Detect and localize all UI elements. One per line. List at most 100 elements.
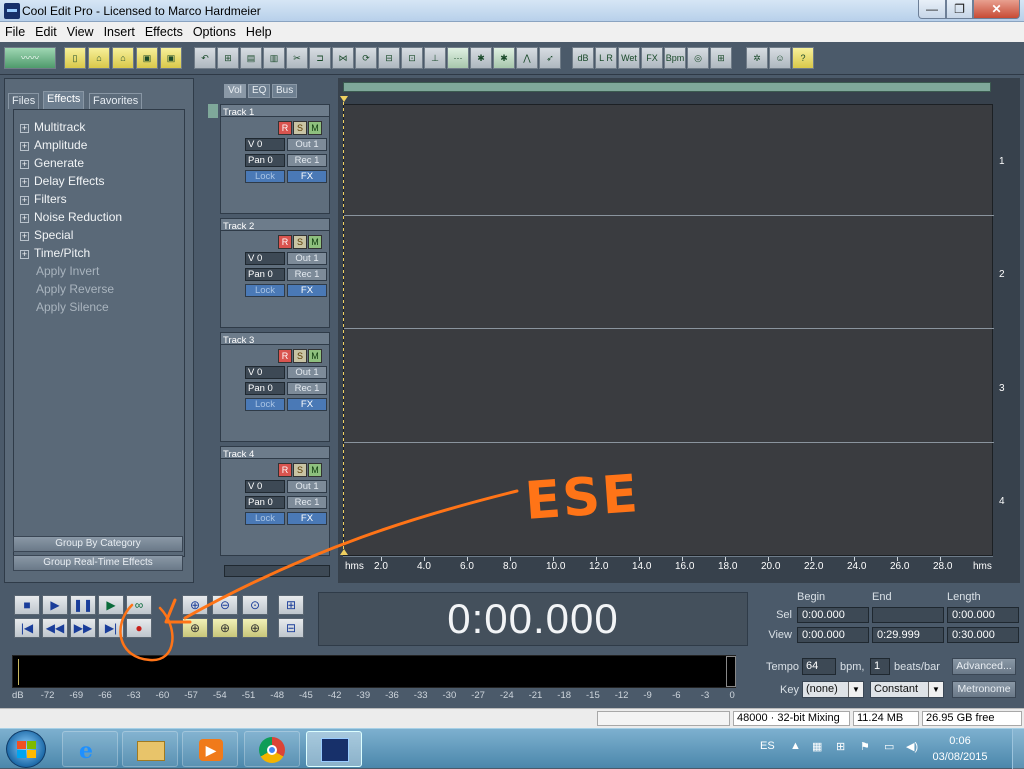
windows-flag-icon[interactable]: ⊞	[836, 740, 845, 753]
display-icon[interactable]: ▭	[884, 740, 894, 753]
expand-icon[interactable]: +	[20, 160, 29, 169]
sel-end-field[interactable]	[872, 607, 944, 623]
key-select[interactable]: (none) ▼	[802, 681, 864, 698]
clip-indicator[interactable]	[726, 656, 736, 687]
tray-clock[interactable]: 0:06 03/08/2015	[930, 733, 990, 765]
open-icon[interactable]: ⌂	[88, 47, 110, 69]
rewind-button[interactable]: ◀◀	[42, 618, 68, 638]
save-all-icon[interactable]: ▣	[160, 47, 182, 69]
solo-button[interactable]: S	[293, 121, 307, 135]
zoom-left-icon[interactable]: ⊕	[212, 618, 238, 638]
expand-icon[interactable]: +	[20, 250, 29, 259]
tree-item-apply-silence[interactable]: Apply Silence	[36, 300, 109, 314]
menu-help[interactable]: Help	[241, 22, 277, 40]
track-name[interactable]: Track 4	[223, 449, 254, 460]
trim-icon[interactable]: ✂	[286, 47, 308, 69]
volume-field[interactable]: V 0	[245, 252, 285, 265]
advanced-button[interactable]: Advanced...	[952, 658, 1016, 675]
open-append-icon[interactable]: ⌂	[112, 47, 134, 69]
lock-icon[interactable]: ⊥	[424, 47, 446, 69]
cd-icon[interactable]: ◎	[687, 47, 709, 69]
tab-favorites[interactable]: Favorites	[89, 93, 143, 109]
close-button[interactable]: ✕	[973, 0, 1020, 19]
pan-field[interactable]: Pan 0	[245, 154, 285, 167]
track-name[interactable]: Track 2	[223, 221, 254, 232]
zoom-select-icon[interactable]: ✱	[470, 47, 492, 69]
tree-item-noise-reduction[interactable]: + Noise Reduction	[20, 210, 122, 224]
track-header-4[interactable]: Track 4 R S M V 0 Out 1 Pan 0 Rec 1 Lock…	[220, 446, 330, 556]
play-button[interactable]: ▶	[42, 595, 68, 615]
expand-icon[interactable]: +	[20, 124, 29, 133]
language-indicator[interactable]: ES	[760, 740, 775, 752]
split-icon[interactable]: ⊐	[309, 47, 331, 69]
pan-field[interactable]: Pan 0	[245, 382, 285, 395]
tree-item-delay-effects[interactable]: + Delay Effects	[20, 174, 104, 188]
network-icon[interactable]: ▦	[812, 740, 822, 753]
group-realtime-effects-button[interactable]: Group Real-Time Effects	[13, 555, 183, 571]
lock-button[interactable]: Lock	[245, 284, 285, 297]
media-player-icon[interactable]: ▶	[182, 731, 238, 767]
menu-effects[interactable]: Effects	[140, 22, 188, 40]
go-to-start-button[interactable]: |◀	[14, 618, 40, 638]
track-name[interactable]: Track 3	[223, 335, 254, 346]
level-meter[interactable]	[12, 655, 736, 688]
volume-field[interactable]: V 0	[245, 366, 285, 379]
sel-length-field[interactable]: 0:00.000	[947, 607, 1019, 623]
cool-edit-icon[interactable]	[306, 731, 362, 767]
menu-options[interactable]: Options	[188, 22, 241, 40]
beats-field[interactable]: 1	[870, 658, 890, 675]
menu-view[interactable]: View	[62, 22, 99, 40]
edit-icon[interactable]: ⋀	[516, 47, 538, 69]
tab-vol[interactable]: Vol	[224, 84, 246, 98]
zoom-out-horizontal-icon[interactable]: ⊖	[212, 595, 238, 615]
mute-button[interactable]: M	[308, 235, 322, 249]
tree-item-time-pitch[interactable]: + Time/Pitch	[20, 246, 90, 260]
fast-forward-button[interactable]: ▶▶	[70, 618, 96, 638]
fx-button[interactable]: FX	[287, 284, 327, 297]
chevron-down-icon[interactable]: ▼	[928, 682, 943, 697]
undo-icon[interactable]: ↶	[194, 47, 216, 69]
zoom-out-vertical-icon[interactable]: ⊟	[278, 618, 304, 638]
action-center-flag-icon[interactable]: ⚑	[860, 740, 870, 753]
expand-icon[interactable]: +	[20, 196, 29, 205]
file-explorer-icon[interactable]	[122, 731, 178, 767]
tab-eq[interactable]: EQ	[248, 84, 271, 98]
lock-button[interactable]: Lock	[245, 398, 285, 411]
mix-paste-icon[interactable]: ▤	[240, 47, 262, 69]
playhead-cursor[interactable]	[343, 96, 344, 554]
solo-button[interactable]: S	[293, 463, 307, 477]
tab-bus[interactable]: Bus	[272, 84, 298, 98]
tree-item-generate[interactable]: + Generate	[20, 156, 84, 170]
track-header-1[interactable]: Track 1 R S M V 0 Out 1 Pan 0 Rec 1 Lock…	[220, 104, 330, 214]
mute-button[interactable]: M	[308, 349, 322, 363]
zoom-full-icon[interactable]: ⊙	[242, 595, 268, 615]
tree-item-special[interactable]: + Special	[20, 228, 73, 242]
record-arm-button[interactable]: R	[278, 463, 292, 477]
solo-button[interactable]: S	[293, 349, 307, 363]
chevron-down-icon[interactable]: ▼	[848, 682, 863, 697]
cool-edit-app-icon[interactable]	[4, 3, 20, 19]
zoom-in-vertical-icon[interactable]: ⊞	[278, 595, 304, 615]
sound-icon[interactable]: L R	[595, 47, 617, 69]
zoom-selection-icon[interactable]: ⊕	[182, 618, 208, 638]
tree-item-multitrack[interactable]: + Multitrack	[20, 120, 85, 134]
output-button[interactable]: Out 1	[287, 480, 327, 493]
lock-button[interactable]: Lock	[245, 170, 285, 183]
metronome-button[interactable]: Metronome	[952, 681, 1016, 698]
overview-bar[interactable]	[343, 82, 991, 92]
tree-item-amplitude[interactable]: + Amplitude	[20, 138, 87, 152]
options-icon[interactable]: ☺	[769, 47, 791, 69]
record-input-button[interactable]: Rec 1	[287, 382, 327, 395]
group-by-category-button[interactable]: Group By Category	[13, 536, 183, 552]
new-icon[interactable]: ▯	[64, 47, 86, 69]
fx-button[interactable]: FX	[287, 512, 327, 525]
mixer-icon[interactable]: ⊞	[710, 47, 732, 69]
tree-item-filters[interactable]: + Filters	[20, 192, 67, 206]
wet-icon[interactable]: Wet	[618, 47, 640, 69]
record-input-button[interactable]: Rec 1	[287, 154, 327, 167]
minimize-button[interactable]: —	[918, 0, 946, 19]
pan-icon[interactable]: ➶	[539, 47, 561, 69]
tab-effects[interactable]: Effects	[43, 91, 85, 109]
pan-field[interactable]: Pan 0	[245, 268, 285, 281]
solo-button[interactable]: S	[293, 235, 307, 249]
